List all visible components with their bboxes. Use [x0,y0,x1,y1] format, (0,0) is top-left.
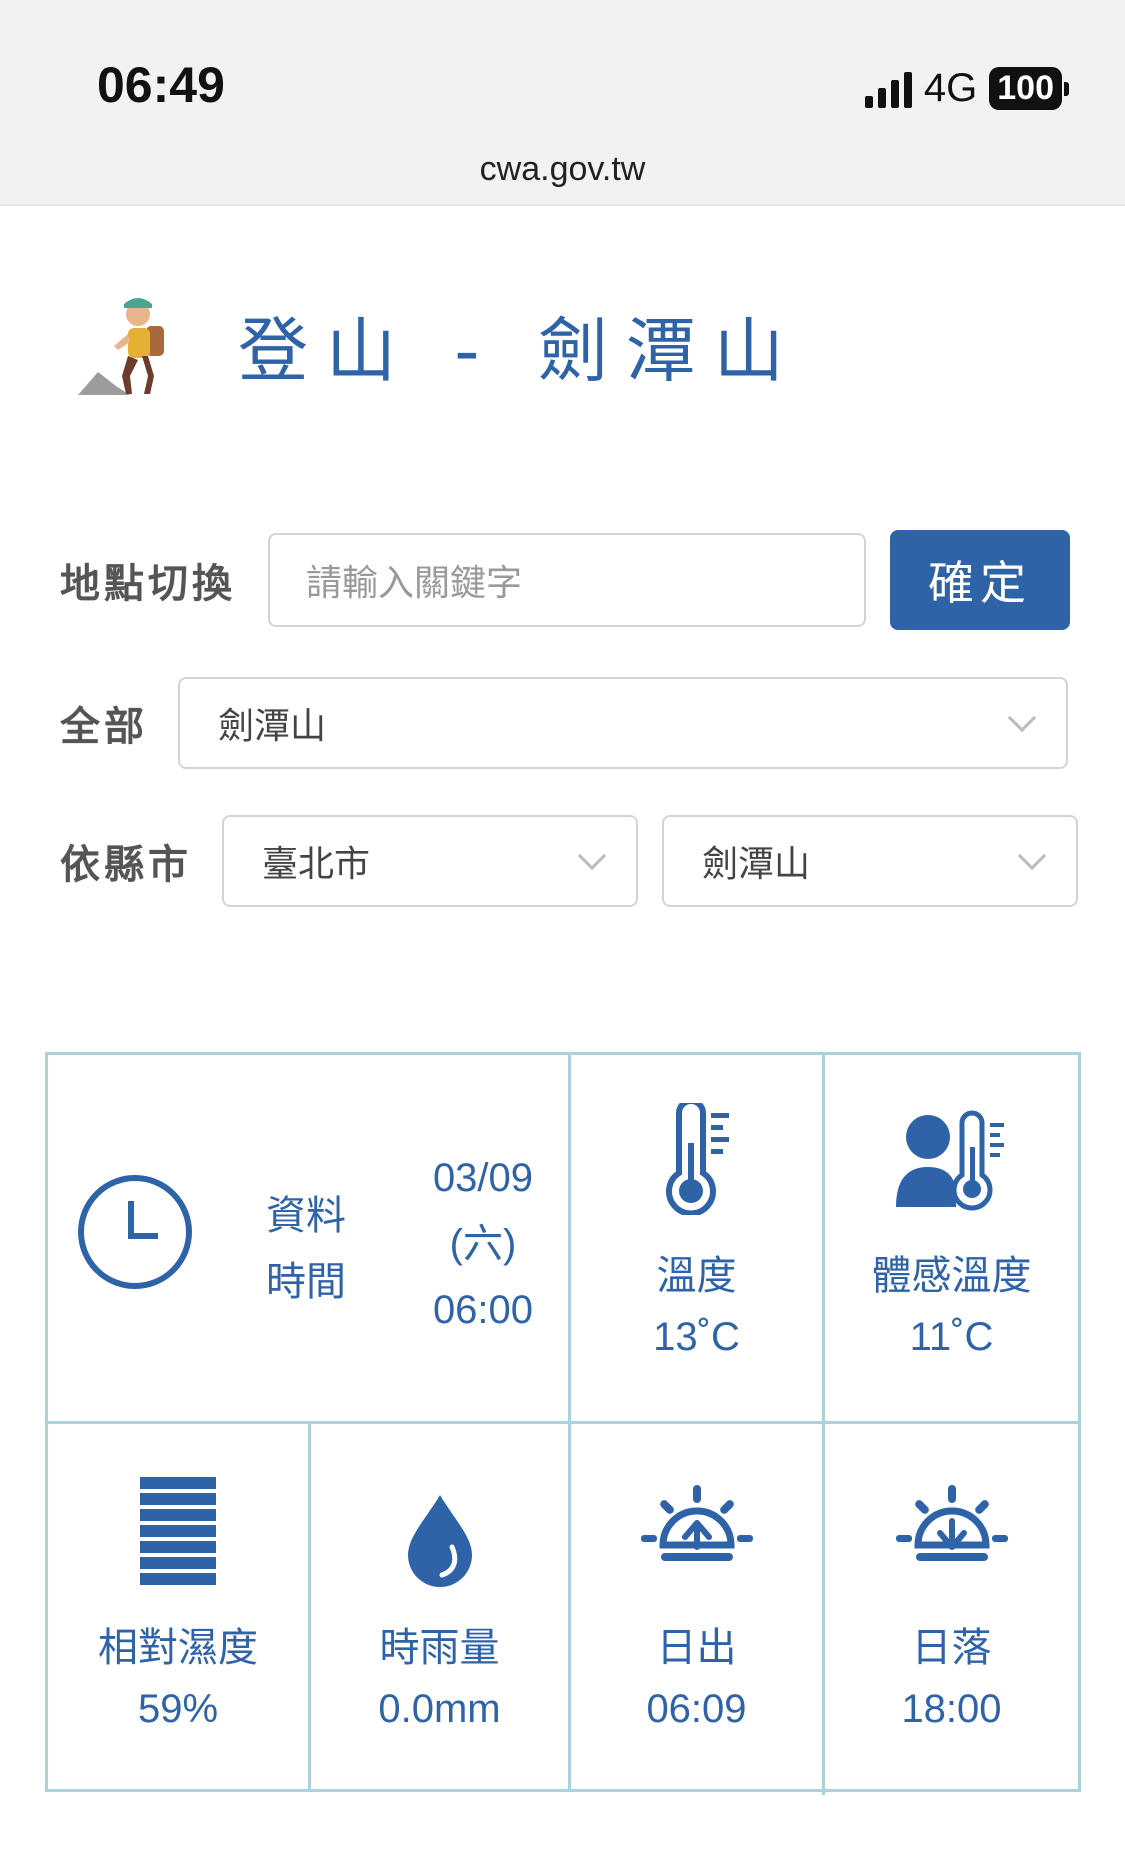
chevron-down-icon [1007,703,1037,733]
humidity-label: 相對濕度 [98,1625,258,1671]
county-filter-row: 依縣市 臺北市 劍潭山 [60,815,1078,907]
apparent-temperature-label: 體感溫度 [871,1253,1032,1299]
apparent-temperature-value: 11˚C [909,1315,994,1359]
rainfall-value: 0.0mm [378,1687,501,1731]
grid-divider [48,1421,1078,1424]
page-header: 登山 - 劍潭山 [68,290,802,400]
battery-icon: 100 [989,67,1062,110]
humidity-value: 59% [137,1687,219,1731]
all-location-selected: 劍潭山 [218,706,327,747]
county-location-select[interactable]: 劍潭山 [662,815,1078,907]
all-location-select[interactable]: 劍潭山 [178,677,1068,769]
rainfall-label: 時雨量 [379,1625,500,1671]
sunrise-label: 日出 [656,1625,737,1671]
location-switch-label: 地點切換 [60,561,236,607]
temperature-value: 13˚C [653,1315,740,1359]
data-time-weekday: (六) [449,1222,517,1266]
person-thermometer-icon [895,1110,1004,1211]
county-filter-label: 依縣市 [60,842,192,888]
county-location-selected: 劍潭山 [702,844,811,885]
county-select[interactable]: 臺北市 [222,815,638,907]
all-filter-row: 全部 劍潭山 [60,677,1068,769]
status-time: 06:49 [97,57,225,113]
data-time-label-line1: 資料 [266,1193,346,1239]
sunrise-value: 06:09 [646,1687,747,1731]
browser-top-bar: 06:49 4G 100 cwa.gov.tw [0,0,1125,206]
chevron-down-icon [577,841,607,871]
address-bar-url[interactable]: cwa.gov.tw [0,150,1125,189]
thermometer-icon [665,1103,729,1215]
all-filter-label: 全部 [60,704,148,750]
sunset-icon [895,1485,1008,1561]
humidity-cell: 相對濕度 59% [48,1475,308,1732]
page-title: 登山 - 劍潭山 [238,309,802,392]
sunset-value: 18:00 [901,1687,1002,1731]
temperature-cell: 溫度 13˚C [571,1103,822,1360]
chevron-down-icon [1017,841,1047,871]
county-selected: 臺北市 [262,844,371,885]
confirm-button[interactable]: 確定 [890,530,1070,630]
temperature-label: 溫度 [656,1253,737,1299]
rainfall-cell: 時雨量 0.0mm [311,1475,568,1732]
data-time-cell: 資料 時間 03/09 (六) 06:00 [48,1055,568,1421]
battery-tip [1064,81,1069,96]
network-type: 4G [923,66,978,110]
signal-icon [864,70,912,108]
clock-icon [78,1175,192,1289]
sunrise-icon [640,1485,753,1561]
data-time-date: 03/09 [432,1156,534,1200]
status-indicators: 4G 100 [864,66,1069,111]
hiker-icon [78,298,164,395]
sunrise-cell: 日出 06:09 [571,1475,822,1732]
keyword-search-input[interactable]: 請輸入關鍵字 [268,533,866,627]
raindrop-icon [407,1495,472,1587]
sunset-label: 日落 [911,1625,992,1671]
apparent-temperature-cell: 體感溫度 11˚C [825,1103,1078,1360]
sunset-cell: 日落 18:00 [825,1475,1078,1732]
data-time-label-line2: 時間 [266,1259,346,1305]
weather-info-grid: 資料 時間 03/09 (六) 06:00 溫度 13˚C 體感溫度 11˚C … [45,1052,1081,1795]
location-switch-row: 地點切換 請輸入關鍵字 確定 [60,530,1070,630]
humidity-icon [140,1477,216,1585]
data-time-time: 06:00 [432,1288,534,1332]
